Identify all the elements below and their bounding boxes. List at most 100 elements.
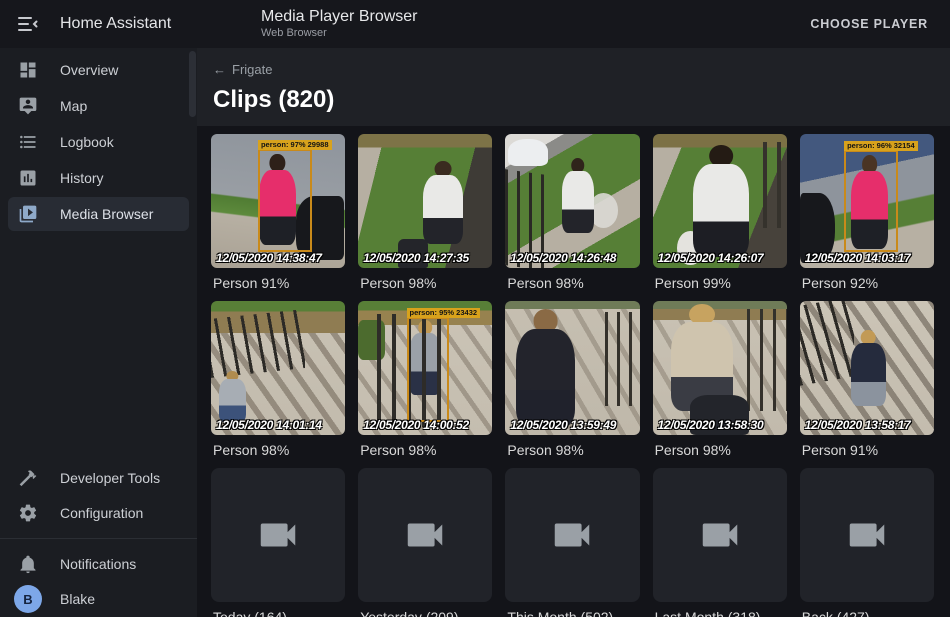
folder-label: Back (427) (802, 609, 934, 617)
clip-thumbnail: 12/05/2020 13:58:17 (800, 301, 934, 435)
sidebar-divider (0, 538, 197, 539)
sidebar-item-label: Developer Tools (60, 470, 160, 486)
folder-card-this-month[interactable]: This Month (502) (505, 468, 639, 617)
sidebar-item-label: Overview (60, 62, 118, 78)
sidebar-item-overview[interactable]: Overview (8, 53, 189, 87)
hammer-icon (18, 468, 38, 488)
folder-label: This Month (502) (507, 609, 639, 617)
clip-thumbnail: person: 95% 23432 12/05/2020 14:00:52 (358, 301, 492, 435)
clip-thumbnail: person: 97% 29988 12/05/2020 14:38:47 (211, 134, 345, 268)
clip-caption: Person 98% (655, 442, 787, 458)
clip-caption: Person 98% (360, 275, 492, 291)
clip-thumbnail: 12/05/2020 13:59:49 (505, 301, 639, 435)
sidebar-toggle-icon[interactable] (16, 12, 40, 36)
sidebar-header: Home Assistant (0, 12, 197, 36)
avatar: B (14, 585, 42, 613)
clip-card[interactable]: 12/05/2020 14:26:48 Person 98% (505, 134, 639, 293)
detection-box: person: 95% 23432 (407, 317, 450, 422)
clip-caption: Person 98% (360, 442, 492, 458)
sidebar-item-label: Configuration (60, 505, 143, 521)
clip-timestamp: 12/05/2020 14:26:48 (510, 251, 616, 265)
folder-tile (505, 468, 639, 602)
sidebar-item-media-browser[interactable]: Media Browser (8, 197, 189, 231)
sidebar-item-notifications[interactable]: Notifications (8, 547, 189, 581)
clip-caption: Person 91% (213, 275, 345, 291)
page-subtitle: Web Browser (261, 27, 418, 40)
video-camera-icon (255, 512, 301, 558)
clip-timestamp: 12/05/2020 13:58:17 (805, 418, 911, 432)
folder-label: Last Month (318) (655, 609, 787, 617)
video-camera-icon (402, 512, 448, 558)
folder-tile (358, 468, 492, 602)
folder-tile (653, 468, 787, 602)
sidebar-item-label: History (60, 170, 104, 186)
clip-caption: Person 91% (802, 442, 934, 458)
detection-label: person: 97% 29988 (258, 140, 332, 150)
sidebar-item-developer-tools[interactable]: Developer Tools (8, 461, 189, 495)
map-account-icon (18, 96, 38, 116)
gear-icon (18, 503, 38, 523)
clip-timestamp: 12/05/2020 14:27:35 (363, 251, 469, 265)
clip-caption: Person 92% (802, 275, 934, 291)
chart-box-icon (18, 168, 38, 188)
folder-tile (800, 468, 934, 602)
sidebar: Overview Map Logbook History Media Brows… (0, 48, 197, 617)
clip-timestamp: 12/05/2020 14:26:07 (658, 251, 764, 265)
folder-label: Today (164) (213, 609, 345, 617)
folder-card-back[interactable]: Back (427) (800, 468, 934, 617)
clip-thumbnail: 12/05/2020 14:26:48 (505, 134, 639, 268)
media-browser-header: ← Frigate Clips (820) (197, 48, 950, 126)
clip-card[interactable]: 12/05/2020 13:58:17 Person 91% (800, 301, 934, 460)
clip-card[interactable]: 12/05/2020 14:26:07 Person 99% (653, 134, 787, 293)
user-name: Blake (60, 591, 95, 607)
folder-card-yesterday[interactable]: Yesterday (209) (358, 468, 492, 617)
app-title: Home Assistant (60, 15, 171, 33)
clip-timestamp: 12/05/2020 13:59:49 (510, 418, 616, 432)
sidebar-item-history[interactable]: History (8, 161, 189, 195)
breadcrumb-label: Frigate (232, 62, 272, 77)
clip-timestamp: 12/05/2020 14:01:14 (216, 418, 322, 432)
detection-label: person: 95% 23432 (407, 308, 481, 318)
page-title-block: Media Player Browser Web Browser (261, 8, 418, 39)
video-camera-icon (549, 512, 595, 558)
detection-box: person: 96% 32154 (844, 150, 898, 252)
sidebar-item-label: Notifications (60, 556, 136, 572)
page-title: Media Player Browser (261, 8, 418, 26)
video-camera-icon (697, 512, 743, 558)
clips-area: person: 97% 29988 12/05/2020 14:38:47 Pe… (197, 126, 950, 617)
folder-tile (211, 468, 345, 602)
page-heading: Clips (820) (213, 86, 934, 114)
clip-card[interactable]: 12/05/2020 13:59:49 Person 98% (505, 301, 639, 460)
folder-label: Yesterday (209) (360, 609, 492, 617)
folder-card-today[interactable]: Today (164) (211, 468, 345, 617)
clip-thumbnail: 12/05/2020 14:27:35 (358, 134, 492, 268)
detection-box: person: 97% 29988 (258, 149, 312, 252)
sidebar-item-logbook[interactable]: Logbook (8, 125, 189, 159)
sidebar-item-label: Media Browser (60, 206, 153, 222)
bell-icon (18, 554, 38, 574)
list-icon (18, 132, 38, 152)
detection-label: person: 96% 32154 (844, 141, 918, 151)
play-box-multiple-icon (18, 204, 38, 224)
clip-card[interactable]: person: 97% 29988 12/05/2020 14:38:47 Pe… (211, 134, 345, 293)
back-arrow-icon: ← (213, 62, 226, 77)
clip-thumbnail: 12/05/2020 13:58:30 (653, 301, 787, 435)
sidebar-item-map[interactable]: Map (8, 89, 189, 123)
clip-caption: Person 98% (213, 442, 345, 458)
sidebar-scrollbar[interactable] (189, 51, 196, 117)
sidebar-item-user-profile[interactable]: B Blake (8, 582, 189, 616)
clip-card[interactable]: 12/05/2020 14:27:35 Person 98% (358, 134, 492, 293)
clip-card[interactable]: person: 96% 32154 12/05/2020 14:03:17 Pe… (800, 134, 934, 293)
clip-timestamp: 12/05/2020 14:03:17 (805, 251, 911, 265)
sidebar-item-configuration[interactable]: Configuration (8, 496, 189, 530)
clips-grid: person: 97% 29988 12/05/2020 14:38:47 Pe… (211, 134, 934, 617)
breadcrumb-back[interactable]: ← Frigate (213, 62, 272, 77)
choose-player-button[interactable]: CHOOSE PLAYER (802, 9, 936, 39)
clip-card[interactable]: 12/05/2020 13:58:30 Person 98% (653, 301, 787, 460)
clip-timestamp: 12/05/2020 13:58:30 (658, 418, 764, 432)
main-content: ← Frigate Clips (820) person: 97% 29988 … (197, 0, 950, 617)
clip-card[interactable]: person: 95% 23432 12/05/2020 14:00:52 Pe… (358, 301, 492, 460)
folder-card-last-month[interactable]: Last Month (318) (653, 468, 787, 617)
clip-timestamp: 12/05/2020 14:38:47 (216, 251, 322, 265)
clip-card[interactable]: 12/05/2020 14:01:14 Person 98% (211, 301, 345, 460)
